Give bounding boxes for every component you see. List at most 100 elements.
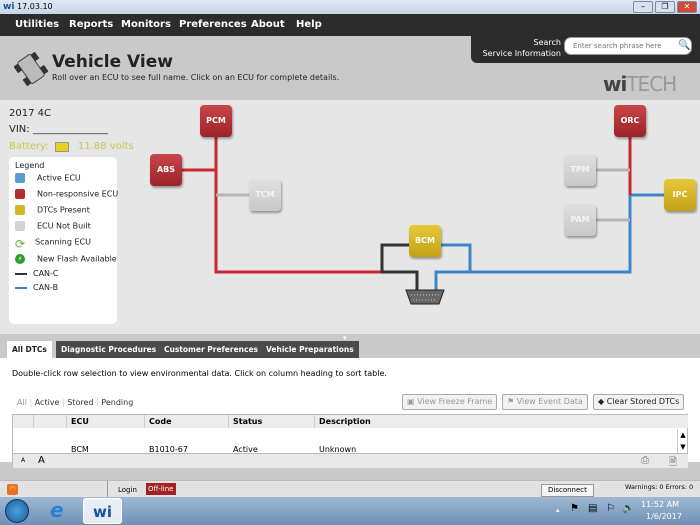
menu-about[interactable]: About xyxy=(251,14,285,36)
menu-reports[interactable]: Reports xyxy=(69,14,113,36)
page-title: Vehicle View xyxy=(52,52,173,72)
notbuilt-swatch xyxy=(15,221,25,231)
clear-stored-dtcs-button[interactable]: ◆ Clear Stored DTCs xyxy=(593,394,685,410)
ie-icon[interactable]: e xyxy=(50,498,64,522)
filter-pending[interactable]: Pending xyxy=(101,398,133,407)
service-info-label: Service Information xyxy=(482,49,561,58)
pdf-icon[interactable]: 🗎 xyxy=(669,455,677,472)
status-bar: ◠ Login Off-line Disconnect Warnings: 0 … xyxy=(0,480,700,498)
ecu-orc[interactable]: ORC xyxy=(614,105,646,137)
bcm-can-b-link xyxy=(441,243,472,272)
ecu-pam[interactable]: PAM xyxy=(564,204,596,236)
flash-icon: ⚡ xyxy=(15,254,25,264)
tab-all-dtcs[interactable]: All DTCs xyxy=(7,341,52,359)
can-b-swatch xyxy=(15,286,27,289)
filter-active[interactable]: Active xyxy=(35,398,60,407)
dtc-hint: Double-click row selection to view envir… xyxy=(12,369,387,378)
legend: Legend Active ECU Non-responsive ECU DTC… xyxy=(9,157,119,324)
dtc-swatch xyxy=(15,205,25,215)
legend-item: ECU Not Built xyxy=(37,221,91,231)
menu-utilities[interactable]: Utilities xyxy=(15,14,59,36)
page-subtitle: Roll over an ECU to see full name. Click… xyxy=(52,73,340,82)
title-bar: wi 17.03.10 – ❐ ✕ xyxy=(0,0,700,14)
font-decrease-button[interactable]: A xyxy=(21,457,25,464)
close-button[interactable]: ✕ xyxy=(677,1,697,13)
legend-item: CAN-C xyxy=(33,269,59,278)
col-code[interactable]: Code xyxy=(145,415,229,428)
col-icon[interactable] xyxy=(34,415,67,428)
vehicle-chassis-icon xyxy=(13,51,49,87)
menu-preferences[interactable]: Preferences xyxy=(179,14,247,36)
table-scrollbar[interactable]: ▲ ▼ xyxy=(677,429,688,453)
legend-item: Active ECU xyxy=(37,173,81,183)
table-row[interactable]: BCM B1010-67 Active Unknown xyxy=(13,429,677,454)
legend-item: Scanning ECU xyxy=(35,237,91,247)
search-panel: Search Service Information 🔍 xyxy=(471,33,700,63)
legend-item: CAN-B xyxy=(33,283,59,292)
vin-label: VIN: _______________ xyxy=(9,124,108,135)
taskbar: e wi ▴ ⚑ ▤ ⚐ 🔈 11:52 AM 1/6/2017 xyxy=(0,497,700,525)
tray-expand-icon[interactable]: ▴ xyxy=(556,506,560,514)
can-c-swatch xyxy=(15,272,27,275)
filter-stored[interactable]: Stored xyxy=(67,398,93,407)
volume-icon[interactable]: 🔈 xyxy=(622,503,634,514)
scanning-icon: ⟳ xyxy=(15,237,26,251)
restore-button[interactable]: ❐ xyxy=(655,1,675,13)
flag-icon: ⚑ xyxy=(507,397,517,406)
action-center-icon[interactable]: ⚐ xyxy=(606,503,615,514)
minimize-button[interactable]: – xyxy=(633,1,653,13)
legend-item: New Flash Available xyxy=(37,254,117,264)
vehicle-model: 2017 4C xyxy=(9,108,51,119)
app-logo: wi xyxy=(3,2,15,12)
tab-customer-preferences[interactable]: Customer Preferences xyxy=(159,341,264,358)
col-select[interactable] xyxy=(13,415,34,428)
network-tray-icon[interactable]: ⚑ xyxy=(570,503,579,514)
ecu-tpm[interactable]: TPM xyxy=(564,154,596,186)
disconnect-button[interactable]: Disconnect xyxy=(541,484,594,497)
legend-item: DTCs Present xyxy=(37,205,90,215)
view-event-data-button[interactable]: ⚑ View Event Data xyxy=(502,394,588,410)
tab-vehicle-preparations[interactable]: Vehicle Preparations xyxy=(261,341,359,358)
window-title: 17.03.10 xyxy=(17,2,53,11)
ecu-ipc[interactable]: IPC xyxy=(664,179,696,211)
menu-monitors[interactable]: Monitors xyxy=(121,14,171,36)
battery-voltage: 11.88 volts xyxy=(78,141,134,152)
view-freeze-frame-button[interactable]: ▣ View Freeze Frame xyxy=(402,394,498,410)
login-link[interactable]: Login xyxy=(118,486,137,494)
menu-help[interactable]: Help xyxy=(296,14,322,36)
clock-time[interactable]: 11:52 AM xyxy=(641,500,679,509)
clock-date[interactable]: 1/6/2017 xyxy=(646,512,682,521)
rss-icon[interactable]: ◠ xyxy=(7,484,18,495)
search-input[interactable] xyxy=(564,37,692,55)
obd-connector-icon xyxy=(405,289,445,305)
ecu-pcm[interactable]: PCM xyxy=(200,105,232,137)
tab-diagnostic-procedures[interactable]: Diagnostic Procedures xyxy=(56,341,162,358)
active-swatch xyxy=(15,173,25,183)
freeze-frame-icon: ▣ xyxy=(407,397,418,406)
legend-title: Legend xyxy=(15,161,45,170)
font-increase-button[interactable]: A xyxy=(38,455,45,466)
taskbar-witech-app[interactable]: wi xyxy=(83,498,122,524)
warnings-errors: Warnings: 0 Errors: 0 xyxy=(625,483,694,491)
battery-label: Battery: xyxy=(9,141,49,152)
col-description[interactable]: Description xyxy=(315,415,688,428)
ecu-abs[interactable]: ABS xyxy=(150,154,182,186)
device-tray-icon[interactable]: ▤ xyxy=(588,503,597,514)
search-label: Search xyxy=(533,38,561,47)
search-icon[interactable]: 🔍 xyxy=(678,40,690,51)
col-status[interactable]: Status xyxy=(229,415,315,428)
offline-badge: Off-line xyxy=(146,483,176,495)
witech-logo: wiTECH xyxy=(603,72,677,96)
ecu-tcm[interactable]: TCM xyxy=(249,179,281,211)
dtc-table: ECU Code Status Description BCM B1010-67… xyxy=(12,414,688,468)
can-b-line xyxy=(434,193,664,290)
legend-item: Non-responsive ECU xyxy=(37,189,119,199)
filter-all[interactable]: All xyxy=(17,398,27,407)
start-button[interactable] xyxy=(5,499,29,523)
nonresponsive-swatch xyxy=(15,189,25,199)
battery-icon xyxy=(55,142,69,152)
col-ecu[interactable]: ECU xyxy=(67,415,145,428)
eraser-icon: ◆ xyxy=(598,397,607,406)
print-icon[interactable]: ⎙ xyxy=(641,455,649,466)
ecu-bcm[interactable]: BCM xyxy=(409,225,441,257)
